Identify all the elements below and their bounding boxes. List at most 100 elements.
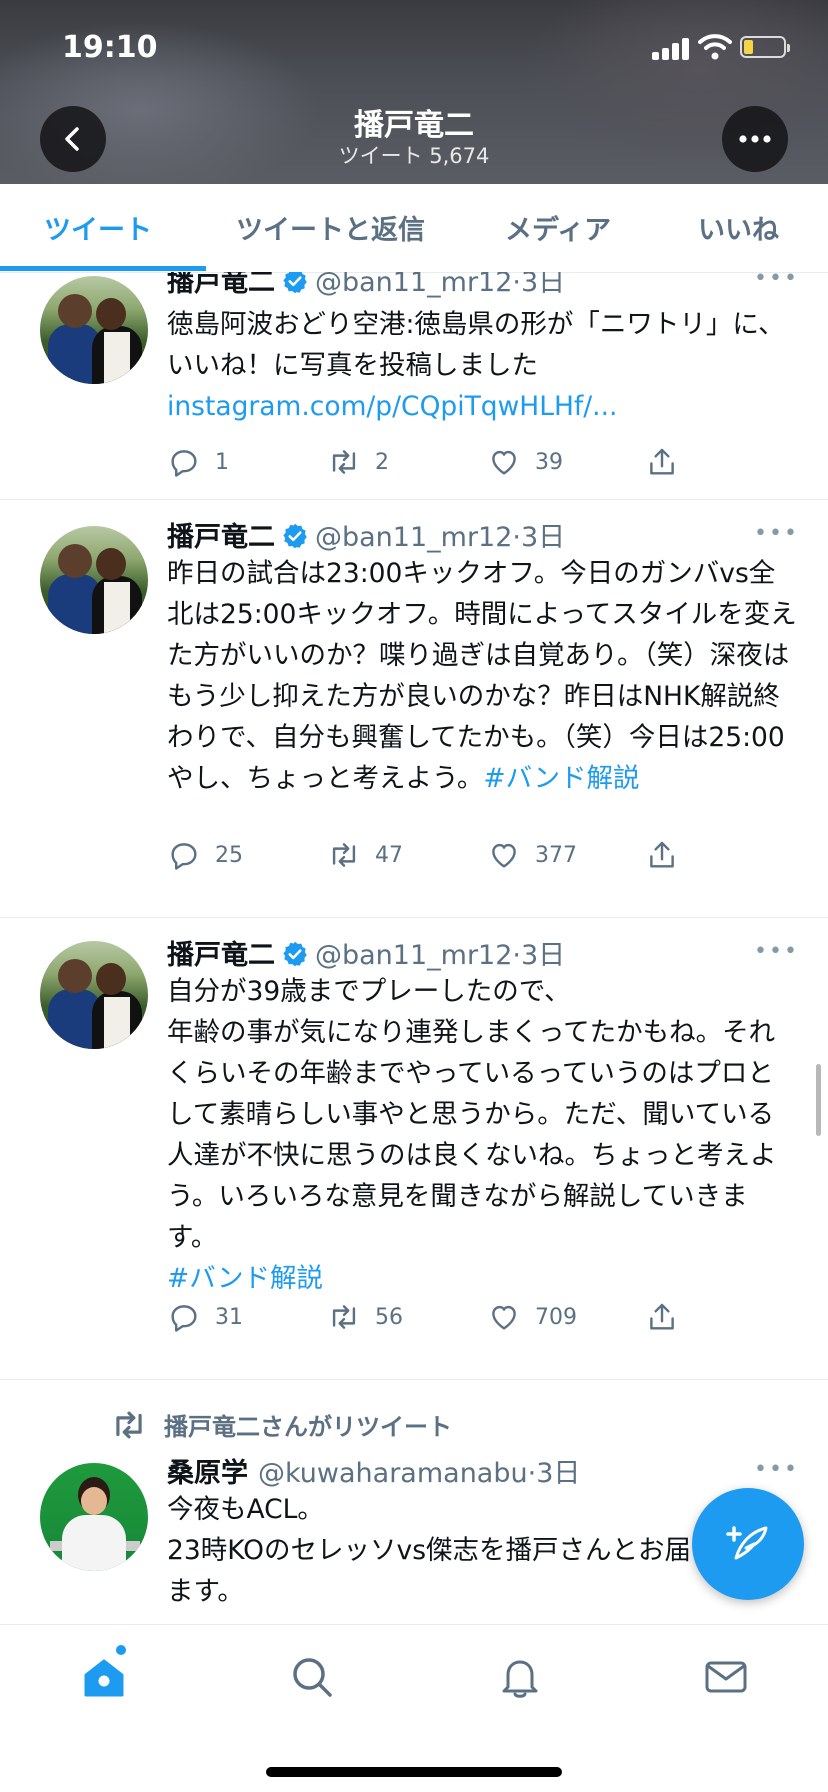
- home-indicator-bar: [266, 1767, 562, 1777]
- avatar[interactable]: [40, 526, 148, 634]
- author-handle[interactable]: @ban11_mr12: [315, 522, 512, 553]
- reply-icon: [171, 1305, 197, 1332]
- avatar[interactable]: [40, 276, 148, 384]
- search-icon[interactable]: [288, 1653, 336, 1701]
- verified-badge-icon: [283, 523, 307, 549]
- retweet-icon: [332, 450, 356, 474]
- tab-media[interactable]: メディア: [505, 208, 611, 247]
- retweet-button[interactable]: 56: [327, 1297, 403, 1337]
- tweet-item[interactable]: 播戸竜二さんがリツイート 桑原学 @kuwaharamanabu·3日 ••• 今…: [0, 1379, 828, 1624]
- reply-count: 31: [215, 1304, 243, 1330]
- share-button[interactable]: [645, 442, 679, 482]
- reply-button[interactable]: 1: [167, 442, 229, 482]
- reply-button[interactable]: 31: [167, 1297, 243, 1337]
- tweet-text: 今夜もACL。 23時KOのセレッソvs傑志を播戸さんとお届けします。: [167, 1494, 744, 1607]
- tweet-item[interactable]: 播戸竜二 @ban11_mr12·3日 ••• 徳島阿波おどり空港:徳島県の形が「…: [0, 272, 828, 500]
- bell-icon[interactable]: [496, 1653, 544, 1701]
- scrollbar[interactable]: [816, 1064, 821, 1136]
- tweet-header: 播戸竜二 @ban11_mr12·3日: [167, 933, 565, 972]
- heart-icon: [492, 843, 516, 868]
- share-button[interactable]: [645, 835, 679, 875]
- avatar[interactable]: [40, 941, 148, 1049]
- wifi-icon: [698, 34, 732, 60]
- tab-tweets[interactable]: ツイート: [44, 208, 152, 247]
- author-name[interactable]: 播戸竜二: [167, 272, 275, 298]
- retweet-count: 56: [375, 1304, 403, 1330]
- verified-badge-icon: [283, 941, 307, 967]
- active-tab-indicator: [0, 266, 206, 271]
- like-count: 39: [535, 449, 563, 475]
- author-handle[interactable]: @ban11_mr12: [315, 940, 512, 971]
- retweet-banner-text[interactable]: 播戸竜二さんがリツイート: [164, 1407, 452, 1442]
- retweet-icon: [332, 843, 356, 867]
- profile-header-banner: 19:10 播戸竜二 ツイート 5,674: [0, 0, 828, 184]
- retweet-count: 47: [375, 842, 403, 868]
- hashtag-link[interactable]: #バンド解説: [483, 763, 639, 794]
- tweet-header: 播戸竜二 @ban11_mr12·3日: [167, 272, 565, 299]
- tweet-item[interactable]: 播戸竜二 @ban11_mr12·3日 ••• 自分が39歳までプレーしたので、 …: [0, 917, 828, 1380]
- home-new-indicator: [116, 1645, 126, 1655]
- tweet-more-icon[interactable]: •••: [754, 939, 799, 964]
- tweet-header: 桑原学 @kuwaharamanabu·3日: [167, 1451, 580, 1490]
- tweet-time: ·3日: [512, 522, 566, 553]
- retweet-button[interactable]: 2: [327, 442, 389, 482]
- share-icon: [650, 448, 674, 475]
- tweet-more-icon[interactable]: •••: [754, 1457, 799, 1482]
- tweet-text: 自分が39歳までプレーしたので、 年齢の事が気になり連発しまくってたかもね。それ…: [167, 976, 777, 1294]
- tab-likes[interactable]: いいね: [698, 208, 779, 247]
- cellular-signal-icon: [652, 36, 692, 60]
- reply-count: 25: [215, 842, 243, 868]
- like-count: 709: [535, 1304, 577, 1330]
- like-button[interactable]: 709: [487, 1297, 577, 1337]
- status-bar-time: 19:10: [62, 30, 158, 65]
- tweet-timeline[interactable]: 播戸竜二 @ban11_mr12·3日 ••• 徳島阿波おどり空港:徳島県の形が「…: [0, 272, 828, 1624]
- author-name[interactable]: 播戸竜二: [167, 940, 275, 971]
- retweet-banner: 播戸竜二さんがリツイート: [110, 1407, 452, 1442]
- app-root: 19:10 播戸竜二 ツイート 5,674 ツイート ツイートと返信 メディア …: [0, 0, 828, 1792]
- heart-icon: [492, 450, 516, 475]
- tweet-time: ·3日: [527, 1458, 581, 1489]
- compose-tweet-button[interactable]: [692, 1488, 804, 1600]
- retweet-icon: [332, 1305, 356, 1329]
- like-button[interactable]: 39: [487, 442, 563, 482]
- tweet-link[interactable]: instagram.com/p/CQpiTqwHLHf/...: [167, 391, 617, 422]
- home-icon[interactable]: [80, 1653, 128, 1701]
- tweet-actions: 1 2 39: [167, 442, 787, 482]
- reply-icon: [171, 843, 197, 870]
- profile-tabs: ツイート ツイートと返信 メディア いいね: [0, 184, 828, 273]
- tweet-text: 昨日の試合は23:00キックオフ。今日のガンバvs全北は25:00キックオフ。時…: [167, 558, 797, 794]
- reply-count: 1: [215, 449, 229, 475]
- author-name[interactable]: 桑原学: [167, 1458, 248, 1489]
- retweet-count: 2: [375, 449, 389, 475]
- retweet-icon: [116, 1411, 142, 1438]
- tweet-text: 徳島阿波おどり空港:徳島県の形が「ニワトリ」に、いいね！に写真を投稿しました i…: [167, 309, 785, 422]
- reply-button[interactable]: 25: [167, 835, 243, 875]
- compose-icon: [726, 1526, 768, 1560]
- more-options-button[interactable]: [722, 106, 788, 172]
- tweet-more-icon[interactable]: •••: [754, 272, 799, 291]
- bottom-navigation: [0, 1624, 828, 1792]
- author-handle[interactable]: @ban11_mr12: [315, 272, 512, 298]
- share-icon: [650, 841, 674, 868]
- retweet-button[interactable]: 47: [327, 835, 403, 875]
- mail-icon[interactable]: [702, 1653, 750, 1701]
- author-name[interactable]: 播戸竜二: [167, 522, 275, 553]
- like-count: 377: [535, 842, 577, 868]
- tweet-count: ツイート 5,674: [338, 144, 490, 168]
- battery-icon: [740, 36, 790, 58]
- like-button[interactable]: 377: [487, 835, 577, 875]
- author-handle[interactable]: @kuwaharamanabu: [258, 1458, 528, 1489]
- tweet-actions: 25 47 377: [167, 835, 787, 875]
- avatar[interactable]: [40, 1463, 148, 1571]
- hashtag-link[interactable]: #バンド解説: [167, 1263, 323, 1294]
- reply-icon: [171, 450, 197, 477]
- tab-tweets-and-replies[interactable]: ツイートと返信: [236, 208, 425, 247]
- share-button[interactable]: [645, 1297, 679, 1337]
- verified-badge-icon: [283, 272, 307, 294]
- share-icon: [650, 1303, 674, 1330]
- more-icon: [739, 135, 771, 143]
- tweet-actions: 31 56 709: [167, 1297, 787, 1337]
- tweet-more-icon[interactable]: •••: [754, 521, 799, 546]
- tweet-time: ·3日: [512, 940, 566, 971]
- tweet-item[interactable]: 播戸竜二 @ban11_mr12·3日 ••• 昨日の試合は23:00キックオフ。…: [0, 499, 828, 918]
